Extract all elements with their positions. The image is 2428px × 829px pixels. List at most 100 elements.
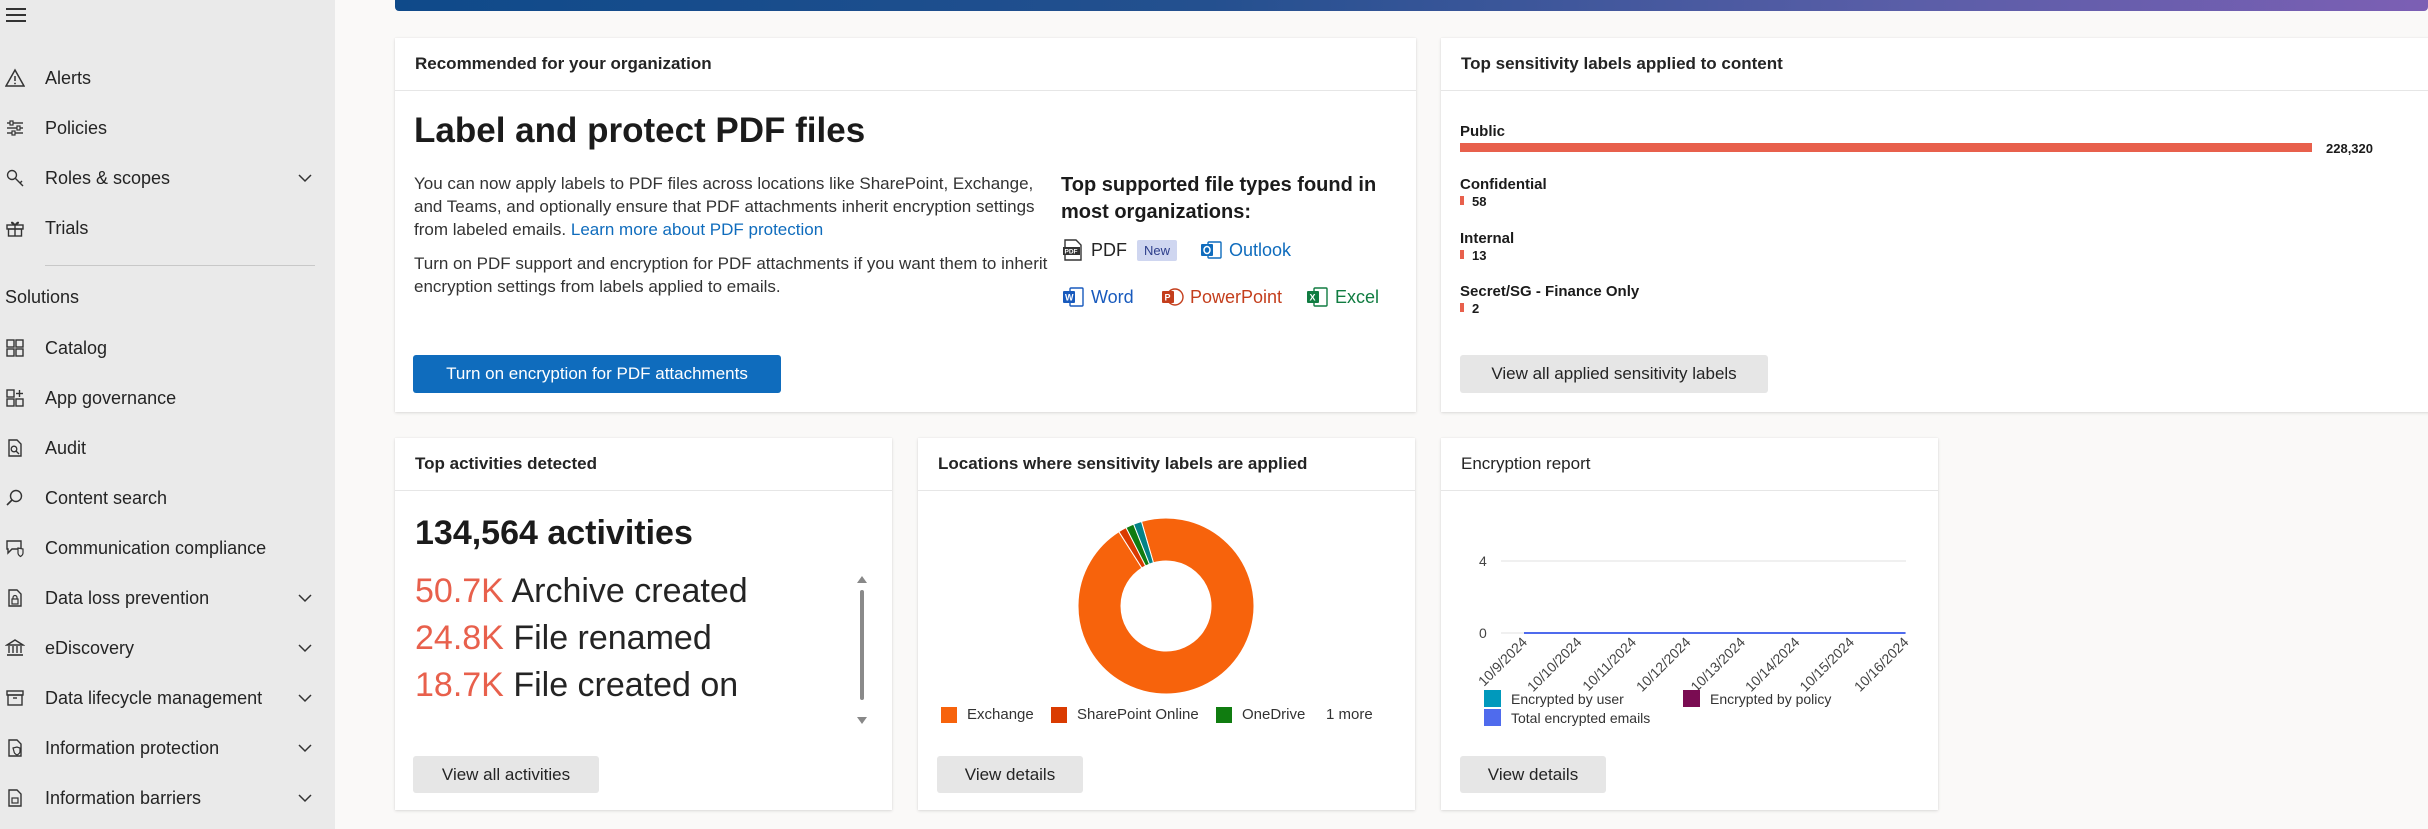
sensitivity-label-row[interactable]: Internal 13 (1460, 230, 1514, 263)
legend-item-onedrive[interactable]: OneDrive (1216, 706, 1305, 723)
legend-item-exchange[interactable]: Exchange (941, 706, 1034, 723)
nav-label: Catalog (45, 337, 108, 358)
outlook-icon (1199, 238, 1229, 262)
x-tick-label: 10/12/2024 (1633, 634, 1694, 693)
nav-label: App governance (45, 387, 177, 408)
nav-item-roles-scopes[interactable]: Roles & scopes (0, 158, 335, 198)
encryption-line-chart: 4 010/9/202410/10/202410/11/202410/12/202… (1475, 553, 1912, 693)
activities-list: 50.7K Archive created 24.8K File renamed… (415, 568, 855, 713)
top-activities-card: Top activities detected 134,564 activiti… (395, 438, 892, 810)
nav-item-trials[interactable]: Trials (0, 208, 335, 248)
nav-divider (45, 265, 315, 266)
sensitivity-label-value: 13 (1472, 248, 1487, 263)
nav-item-ediscovery[interactable]: eDiscovery (0, 628, 335, 668)
nav-label: Data lifecycle management (45, 687, 263, 708)
card-header: Top sensitivity labels applied to conten… (1441, 38, 2428, 91)
learn-more-link[interactable]: Learn more about PDF protection (571, 220, 823, 239)
card-header: Recommended for your organization (395, 38, 1416, 91)
gift-icon (4, 217, 26, 239)
y-tick-label: 0 (1479, 625, 1487, 641)
legend-label: Total encrypted emails (1511, 709, 1651, 726)
x-tick-label: 10/15/2024 (1796, 634, 1857, 693)
chevron-down-icon[interactable] (296, 789, 314, 807)
chat-shield-icon (4, 537, 26, 559)
sensitivity-label-bar[interactable] (1460, 250, 1464, 259)
activities-scrollbar[interactable] (857, 576, 867, 724)
nav-label: Content search (45, 487, 168, 508)
turn-on-encryption-button[interactable]: Turn on encryption for PDF attachments (413, 355, 781, 393)
nav-item-catalog[interactable]: Catalog (0, 328, 335, 368)
nav-label: Information protection (45, 737, 220, 758)
card-header: Locations where sensitivity labels are a… (918, 438, 1415, 491)
search-icon (4, 487, 26, 509)
legend-item-encrypted-by-user[interactable]: Encrypted by user (1484, 690, 1624, 707)
archive-icon (4, 687, 26, 709)
nav-item-alerts[interactable]: Alerts (0, 58, 335, 98)
building-icon (4, 637, 26, 659)
legend-more[interactable]: 1 more (1326, 706, 1373, 723)
sensitivity-label-name: Confidential (1460, 176, 1547, 193)
activity-count: 24.8K (415, 619, 504, 657)
nav-item-information-barriers[interactable]: Information barriers (0, 778, 335, 818)
nav-item-communication-compliance[interactable]: Communication compliance (0, 528, 335, 568)
excel-icon: X (1305, 285, 1335, 309)
legend-label: SharePoint Online (1077, 706, 1199, 723)
encryption-report-card: Encryption report 4 0 10/9/2024 10/10/2024 1… (1441, 438, 1938, 810)
nav-label: Policies (45, 117, 108, 138)
nav-item-audit[interactable]: Audit (0, 428, 335, 468)
legend-label: Encrypted by user (1511, 690, 1624, 707)
svg-text:W: W (1065, 293, 1074, 303)
svg-text:X: X (1310, 293, 1316, 303)
nav-item-app-governance[interactable]: App governance (0, 378, 335, 418)
sensitivity-label-row[interactable]: Confidential 58 (1460, 176, 1547, 209)
barrier-icon (4, 787, 26, 809)
nav-item-information-protection[interactable]: Information protection (0, 728, 335, 768)
activity-item[interactable]: 50.7K Archive created (415, 568, 855, 615)
legend-item-total-encrypted-emails[interactable]: Total encrypted emails (1484, 709, 1650, 726)
file-type-word[interactable]: W Word (1061, 285, 1134, 309)
sensitivity-label-row[interactable]: Public 228,320 (1460, 123, 2373, 156)
legend-item-encrypted-by-policy[interactable]: Encrypted by policy (1683, 690, 1831, 707)
file-type-powerpoint[interactable]: P PowerPoint (1160, 285, 1282, 309)
sensitivity-label-name: Public (1460, 123, 1506, 140)
activity-item[interactable]: 18.7K File created on removable media (415, 662, 755, 713)
activity-item[interactable]: 24.8K File renamed (415, 615, 855, 662)
view-all-activities-button[interactable]: View all activities (413, 756, 599, 793)
x-tick-label: 10/13/2024 (1687, 634, 1748, 693)
donut-slice-exchange[interactable] (1077, 517, 1255, 695)
legend-item-sharepoint[interactable]: SharePoint Online (1051, 706, 1199, 723)
nav-item-data-loss-prevention[interactable]: Data loss prevention (0, 578, 335, 618)
sensitivity-label-bar[interactable] (1460, 196, 1464, 205)
view-details-button[interactable]: View details (1460, 756, 1606, 793)
file-type-excel[interactable]: X Excel (1305, 285, 1379, 309)
nav-item-data-lifecycle-management[interactable]: Data lifecycle management (0, 678, 335, 718)
legend-swatch (1051, 706, 1067, 723)
word-icon: W (1061, 285, 1091, 309)
x-tick-label: 10/11/2024 (1579, 634, 1639, 693)
nav-item-content-search[interactable]: Content search (0, 478, 335, 518)
chevron-down-icon[interactable] (296, 739, 314, 757)
chevron-down-icon[interactable] (296, 589, 314, 607)
view-all-sensitivity-labels-button[interactable]: View all applied sensitivity labels (1460, 355, 1768, 393)
nav-label: Communication compliance (45, 537, 267, 558)
nav-label: Information barriers (45, 787, 202, 808)
legend-swatch (1484, 709, 1501, 726)
new-badge: New (1137, 239, 1178, 261)
chevron-down-icon[interactable] (296, 639, 314, 657)
view-details-button[interactable]: View details (937, 756, 1083, 793)
sensitivity-label-row[interactable]: Secret/SG - Finance Only 2 (1460, 283, 1639, 316)
file-type-pdf[interactable]: PDF PDF New (1061, 238, 1178, 262)
file-type-pdf-label: PDF (1091, 239, 1127, 260)
nav-section-title: Solutions (5, 287, 80, 307)
file-type-outlook[interactable]: Outlook (1199, 238, 1291, 262)
hamburger-menu-icon[interactable] (6, 8, 26, 24)
activity-count: 18.7K (415, 666, 504, 704)
chevron-down-icon[interactable] (296, 169, 314, 187)
key-icon (4, 167, 26, 189)
chevron-down-icon[interactable] (296, 689, 314, 707)
nav-item-policies[interactable]: Policies (0, 108, 335, 148)
sensitivity-label-bar[interactable] (1460, 303, 1464, 312)
sensitivity-label-bar[interactable] (1460, 143, 2312, 152)
pdf-icon: PDF (1061, 238, 1091, 262)
locations-donut-chart (1077, 517, 1255, 695)
